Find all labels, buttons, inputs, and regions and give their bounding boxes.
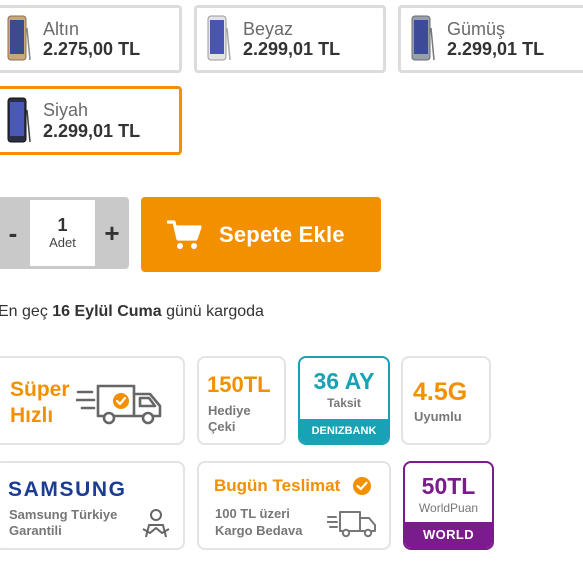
- badge-title-line1: Süper: [10, 378, 70, 401]
- badge-samsung-warranty[interactable]: SAMSUNG Samsung Türkiye Garantili: [0, 461, 185, 550]
- shipping-date: 16 Eylül Cuma: [52, 303, 162, 320]
- variant-siyah[interactable]: Siyah 2.299,01 TL: [0, 86, 182, 155]
- badge-same-day-delivery[interactable]: Bugün Teslimat 100 TL üzeri Kargo Bedava: [197, 461, 391, 550]
- add-to-cart-label: Sepete Ekle: [219, 221, 345, 247]
- bank-name: DENIZBANK: [300, 419, 388, 443]
- variant-name: Siyah: [43, 100, 89, 121]
- phone-silver-icon: [411, 15, 435, 61]
- network-sub: Uyumlu: [414, 409, 462, 424]
- worldpuan-amount: 50TL: [421, 473, 476, 499]
- voucher-amount: 150TL: [207, 372, 271, 397]
- decrement-button[interactable]: -: [0, 197, 30, 269]
- delivery-line2: Kargo Bedava: [215, 523, 303, 538]
- badge-installment[interactable]: 36 AY Taksit DENIZBANK: [298, 356, 390, 445]
- warranty-line1: Samsung Türkiye: [9, 507, 118, 522]
- delivery-title: Bugün Teslimat: [214, 476, 341, 495]
- samsung-logo: SAMSUNG: [8, 478, 127, 501]
- shipping-suffix: günü kargoda: [166, 303, 264, 320]
- voucher-line2: Çeki: [208, 419, 236, 434]
- variant-price: 2.299,01 TL: [447, 39, 545, 59]
- add-to-cart-button[interactable]: Sepete Ekle: [141, 197, 381, 272]
- phone-black-icon: [7, 97, 31, 142]
- increment-button[interactable]: +: [95, 197, 129, 269]
- warranty-line2: Garantili: [9, 523, 62, 538]
- variant-price: 2.275,00 TL: [43, 39, 141, 59]
- truck-icon: [327, 511, 376, 538]
- badge-network[interactable]: 4.5G Uyumlu: [401, 356, 491, 445]
- shipping-note: En geç 16 Eylül Cuma günü kargoda: [0, 303, 264, 321]
- badge-title-line2: Hızlı: [10, 404, 54, 427]
- installment-amount: 36 AY: [313, 368, 375, 394]
- variant-price: 2.299,01 TL: [243, 39, 341, 59]
- quantity-field[interactable]: 1 Adet: [30, 200, 95, 266]
- check-icon: [353, 477, 371, 495]
- variant-name: Beyaz: [243, 18, 294, 39]
- network-label: 4.5G: [413, 378, 468, 406]
- badge-super-hizli[interactable]: Süper Hızlı: [0, 356, 185, 445]
- variant-gumus[interactable]: Gümüş 2.299,01 TL: [398, 5, 583, 73]
- delivery-truck-icon: [76, 384, 162, 425]
- variant-beyaz[interactable]: Beyaz 2.299,01 TL: [194, 5, 386, 73]
- support-person-icon: [142, 509, 170, 538]
- variant-name: Altın: [43, 18, 80, 39]
- quantity-value: 1: [57, 214, 68, 235]
- phone-gold-icon: [7, 15, 31, 61]
- variant-name: Gümüş: [447, 18, 506, 39]
- shipping-prefix: En geç: [0, 303, 48, 320]
- badge-worldpuan[interactable]: 50TL WorldPuan WORLD: [403, 461, 494, 550]
- voucher-line1: Hediye: [208, 403, 251, 418]
- world-logo: WORLD: [405, 522, 492, 548]
- variant-price: 2.299,01 TL: [43, 120, 141, 141]
- delivery-line1: 100 TL üzeri: [215, 506, 290, 521]
- quantity-unit: Adet: [49, 235, 76, 251]
- quantity-stepper: - 1 Adet +: [0, 197, 129, 269]
- phone-white-icon: [207, 15, 231, 61]
- installment-label: Taksit: [327, 396, 361, 410]
- cart-icon: [167, 219, 202, 249]
- badge-gift-voucher[interactable]: 150TL Hediye Çeki: [197, 356, 286, 445]
- variant-altin[interactable]: Altın 2.275,00 TL: [0, 5, 182, 73]
- worldpuan-label: WorldPuan: [418, 501, 479, 515]
